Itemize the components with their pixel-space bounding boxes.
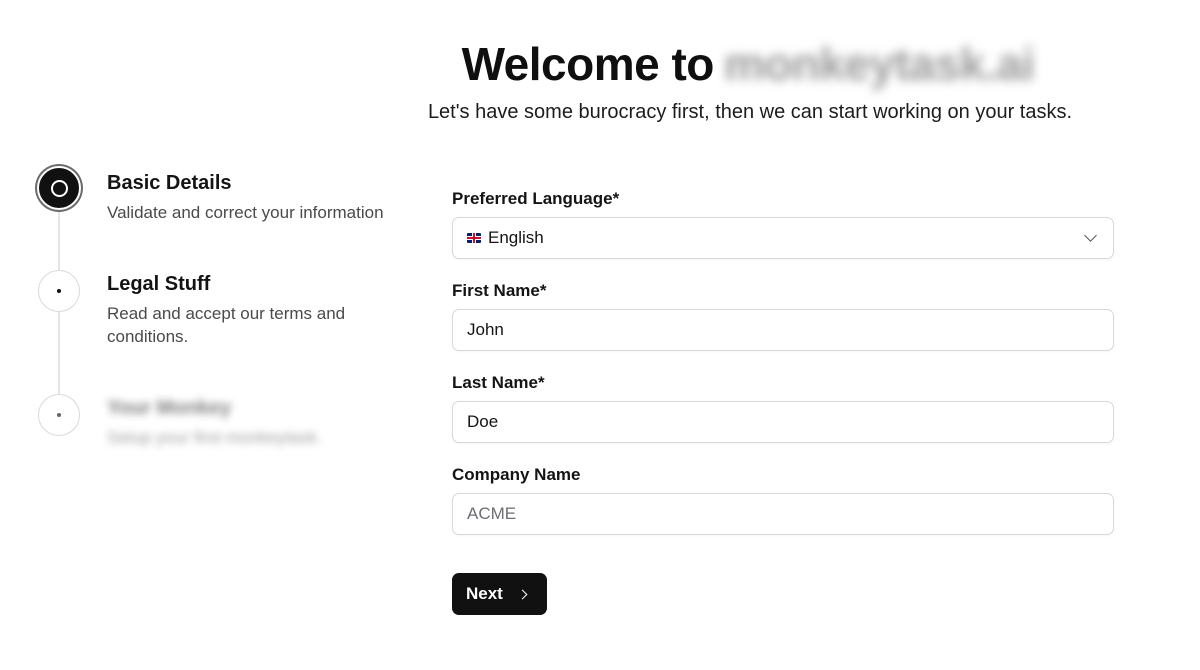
step-connector bbox=[58, 312, 60, 394]
page-subtitle: Let's have some burocracy first, then we… bbox=[427, 101, 1073, 123]
next-button[interactable]: Next bbox=[452, 573, 547, 615]
uk-flag-icon bbox=[467, 233, 481, 243]
step-connector bbox=[58, 212, 60, 270]
first-name-field: First Name* bbox=[452, 280, 1114, 351]
language-select-value: English bbox=[488, 228, 544, 247]
field-label: Last Name* bbox=[452, 373, 545, 392]
first-name-input-box bbox=[452, 309, 1114, 351]
onboarding-stepper: Basic Details Validate and correct your … bbox=[34, 164, 404, 454]
step-description: Setup your first monkeytask. bbox=[107, 428, 322, 447]
step-your-monkey: Your Monkey Setup your first monkeytask. bbox=[107, 396, 407, 449]
next-button-label: Next bbox=[466, 584, 503, 603]
last-name-input[interactable] bbox=[467, 412, 1099, 432]
field-label: First Name* bbox=[452, 281, 547, 300]
chevron-down-icon bbox=[1084, 229, 1097, 242]
title-prefix: Welcome to bbox=[461, 38, 715, 90]
step-title: Legal Stuff bbox=[107, 273, 211, 295]
preferred-language-field: Preferred Language* English bbox=[452, 188, 1114, 259]
step-description: Validate and correct your information bbox=[107, 203, 384, 222]
step-indicator-legal-stuff bbox=[38, 270, 80, 312]
active-step-icon bbox=[50, 179, 68, 197]
step-legal-stuff: Legal Stuff Read and accept our terms an… bbox=[107, 272, 367, 348]
step-title: Basic Details bbox=[107, 172, 232, 194]
language-select[interactable]: English bbox=[452, 217, 1114, 259]
chevron-right-icon bbox=[517, 589, 528, 599]
field-label: Preferred Language* bbox=[452, 189, 620, 208]
page-title: Welcome to monkeytask.ai bbox=[400, 38, 1100, 90]
basic-details-form: Preferred Language* English First Name* … bbox=[452, 188, 1114, 556]
field-label: Company Name bbox=[452, 465, 581, 484]
step-basic-details: Basic Details Validate and correct your … bbox=[107, 171, 407, 224]
step-indicator-basic-details bbox=[37, 166, 81, 210]
last-name-field: Last Name* bbox=[452, 372, 1114, 443]
company-name-input-box bbox=[452, 493, 1114, 535]
brand-name: monkeytask.ai bbox=[723, 38, 1035, 90]
first-name-input[interactable] bbox=[467, 320, 1099, 340]
company-name-input[interactable] bbox=[467, 504, 1099, 524]
pending-step-icon bbox=[57, 413, 61, 417]
pending-step-icon bbox=[57, 289, 61, 293]
step-description: Read and accept our terms and conditions… bbox=[107, 304, 346, 346]
step-title: Your Monkey bbox=[107, 397, 232, 419]
company-name-field: Company Name bbox=[452, 464, 1114, 535]
step-indicator-your-monkey bbox=[38, 394, 80, 436]
last-name-input-box bbox=[452, 401, 1114, 443]
welcome-header: Welcome to monkeytask.ai Let's have some … bbox=[400, 38, 1100, 124]
